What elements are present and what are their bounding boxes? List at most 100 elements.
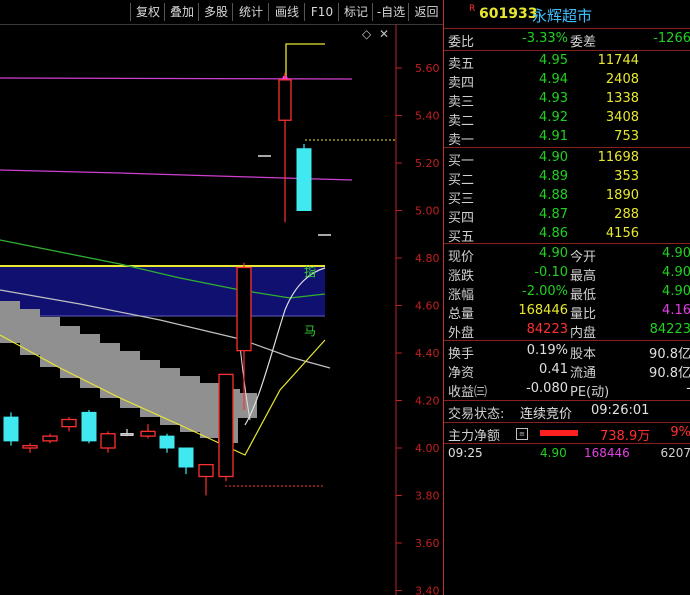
toolbar-button-statistics[interactable]: 统计 [232, 3, 269, 21]
candle-body[interactable] [296, 148, 312, 211]
stock-code[interactable]: 601933 [479, 6, 537, 22]
sell-row: 卖五 4.95 11744 [444, 52, 690, 72]
candle-body[interactable] [236, 266, 252, 352]
price-axis-label: 3.40 [415, 585, 440, 595]
trade-status-value: 连续竞价 [520, 407, 573, 422]
sell-price: 4.91 [539, 129, 568, 144]
buy-volume: 4156 [605, 226, 639, 241]
price-axis-label: 4.80 [415, 252, 440, 265]
weibi-label: 委比 [448, 35, 475, 50]
main-flow-row: 主力净额 ≡ 738.9万 9% [444, 424, 690, 444]
sell-row: 卖四 4.94 2408 [444, 71, 690, 91]
price-axis-label: 4.60 [415, 300, 440, 313]
stats-row: 涨幅 -2.00% 最低 4.90 [444, 283, 690, 303]
sell-volume: 1338 [605, 91, 639, 106]
stat-label: 涨跌 [448, 269, 475, 284]
diamond-icon[interactable]: ◇ [362, 27, 372, 41]
stats-row: 外盘 84223 内盘 84223 [444, 321, 690, 341]
trade-status-label: 交易状态: [448, 407, 505, 422]
candle-body[interactable] [198, 463, 214, 478]
price-axis-label: 3.60 [415, 537, 440, 550]
stat2-label-right: PE(动) [570, 385, 610, 400]
stock-header: R 601933 永辉超市 [444, 0, 690, 28]
toolbar-button-overlay[interactable]: 叠加 [164, 3, 199, 21]
main-flow-value: 738.9万 [600, 429, 651, 444]
sell-volume: 11744 [597, 53, 639, 68]
buy-volume: 1890 [605, 188, 639, 203]
sell-label: 卖五 [448, 57, 475, 72]
stat-value: 84223 [526, 322, 568, 337]
price-axis-label: 5.40 [415, 110, 440, 123]
price-axis-label: 5.60 [415, 62, 440, 75]
stat-label: 涨幅 [448, 288, 475, 303]
toolbar-button-multi-stock[interactable]: 多股 [198, 3, 233, 21]
buy-row: 买二 4.89 353 [444, 168, 690, 188]
buy-price: 4.89 [539, 169, 568, 184]
weibi-value: -3.33% [522, 31, 568, 46]
stat-label-right: 最高 [570, 269, 597, 284]
sell-row: 卖一 4.91 753 [444, 128, 690, 148]
candle-body[interactable] [278, 79, 292, 121]
stats2-row: 换手 0.19% 股本 90.8亿 [444, 342, 690, 362]
main-flow-menu-icon[interactable]: ≡ [516, 428, 528, 440]
stat2-value: 0.41 [539, 362, 568, 377]
stats2-row: 收益㈢ -0.080PE(动) - [444, 380, 690, 400]
candle-body[interactable] [178, 447, 194, 468]
stat2-label: 换手 [448, 347, 475, 362]
close-icon[interactable]: ✕ [379, 27, 389, 41]
toolbar-button-draw-line[interactable]: 画线 [268, 3, 305, 21]
main-flow-pct: 9% [670, 425, 690, 440]
stat2-value: -0.080 [526, 381, 568, 396]
price-axis-label: 4.20 [415, 395, 440, 408]
stat2-label: 净资 [448, 366, 475, 381]
sell-label: 卖二 [448, 114, 475, 129]
kline-chart[interactable]: 指 马 ◇ ✕ 5.60 5.40 5.20 5.00 4.80 4.60 4.40 4.20… [0, 24, 443, 595]
stats-row: 现价 4.90 今开 4.90 [444, 245, 690, 265]
candle-body[interactable] [120, 433, 134, 436]
stat2-value-right: 90.8亿 [649, 347, 690, 362]
toolbar-button-back[interactable]: 返回 [408, 3, 445, 21]
annotation-ma: 马 [304, 324, 316, 338]
toolbar-button-fuquan[interactable]: 复权 [130, 3, 165, 21]
stats-row: 总量 168446 量比 4.16 [444, 302, 690, 322]
stat-label: 外盘 [448, 326, 475, 341]
candle-body[interactable] [140, 430, 156, 437]
tick-row: 09:25 4.90 168446 6207 [444, 445, 690, 464]
candle-body[interactable] [81, 411, 97, 442]
trade-status-row: 交易状态: 连续竞价 09:26:01 [444, 402, 690, 422]
candle-body[interactable] [42, 435, 58, 442]
stock-name[interactable]: 永辉超市 [532, 5, 592, 26]
sell-volume: 753 [614, 129, 639, 144]
sell-row: 卖三 4.93 1338 [444, 90, 690, 110]
stat2-label: 收益㈢ [448, 385, 488, 400]
stats-row: 涨跌 -0.10 最高 4.90 [444, 264, 690, 284]
buy-price: 4.88 [539, 188, 568, 203]
candle-body[interactable] [22, 444, 38, 449]
price-axis: 5.60 5.40 5.20 5.00 4.80 4.60 4.40 4.20 4.00 3.80… [396, 62, 440, 595]
buy-volume: 288 [614, 207, 639, 222]
candle-body[interactable] [3, 416, 19, 442]
weicha-label: 委差 [570, 35, 597, 50]
stat2-label-right: 流通 [570, 366, 597, 381]
stat-label: 总量 [448, 307, 475, 322]
stat-value-right: 4.90 [662, 265, 690, 280]
stat2-value-right: - [686, 381, 690, 396]
stats2-row: 净资 0.41 流通 90.8亿 [444, 361, 690, 381]
toolbar-button-mark[interactable]: 标记 [338, 3, 373, 21]
stat-value-right: 4.16 [662, 303, 690, 318]
stat-label-right: 最低 [570, 288, 597, 303]
buy-volume: 11698 [597, 150, 639, 165]
candle-body[interactable] [61, 418, 77, 428]
sell-price: 4.95 [539, 53, 568, 68]
toolbar-button-f10[interactable]: F10 [304, 3, 339, 21]
sell-label: 卖三 [448, 95, 475, 110]
candle-body[interactable] [100, 433, 116, 449]
price-axis-label: 4.00 [415, 442, 440, 455]
stat2-value: 0.19% [526, 343, 568, 358]
candle-body[interactable] [159, 435, 175, 449]
candle-body[interactable] [218, 373, 234, 478]
buy-row: 买四 4.87 288 [444, 206, 690, 226]
buy-volume: 353 [614, 169, 639, 184]
chart-toolbar: 复权 叠加 多股 统计 画线 F10 标记 -自选 返回 [0, 0, 445, 25]
toolbar-button-watchlist[interactable]: -自选 [372, 3, 409, 21]
